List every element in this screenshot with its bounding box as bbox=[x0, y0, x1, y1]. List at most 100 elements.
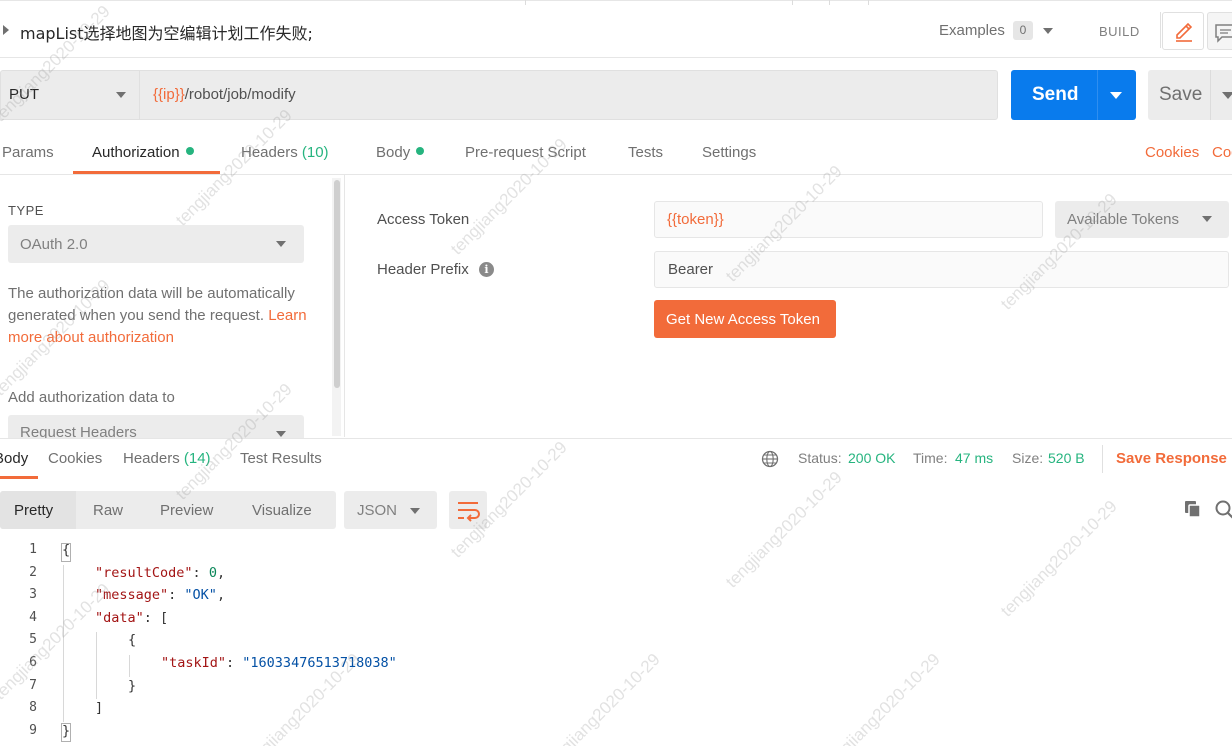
time-label: Time: bbox=[913, 450, 948, 466]
tab-count: (14) bbox=[183, 450, 211, 467]
examples-count-badge: 0 bbox=[1013, 21, 1033, 40]
format-preview-button[interactable]: Preview bbox=[160, 502, 213, 519]
format-visualize-button[interactable]: Visualize bbox=[252, 502, 312, 519]
wrap-lines-button[interactable] bbox=[449, 491, 487, 529]
resp-tab-cookies[interactable]: Cookies bbox=[48, 450, 102, 467]
chevron-down-icon[interactable] bbox=[1043, 28, 1053, 34]
divider bbox=[1160, 12, 1161, 48]
auth-description: The authorization data will be automatic… bbox=[8, 283, 308, 349]
time-value[interactable]: 47 ms bbox=[955, 450, 993, 466]
auth-type-heading: TYPE bbox=[8, 203, 44, 218]
divider bbox=[0, 438, 1232, 439]
line-number: 6 bbox=[29, 655, 37, 670]
url-text: {{ip}}/robot/job/modify bbox=[153, 86, 296, 103]
save-button-label: Save bbox=[1159, 84, 1203, 105]
line-number: 1 bbox=[29, 542, 37, 557]
expand-caret-icon[interactable] bbox=[3, 25, 9, 35]
add-auth-to-value: Request Headers bbox=[20, 424, 137, 438]
send-button-label: Send bbox=[1032, 84, 1079, 105]
tab-label: Headers bbox=[241, 144, 298, 161]
save-options-chevron-icon[interactable] bbox=[1222, 92, 1232, 99]
cookies-link[interactable]: Cookies bbox=[1145, 144, 1199, 161]
tab-pre-request-script[interactable]: Pre-request Script bbox=[465, 144, 586, 161]
comment-icon bbox=[1215, 24, 1232, 43]
access-token-label: Access Token bbox=[377, 211, 470, 228]
json-key: "data" bbox=[95, 609, 144, 626]
tab-tests[interactable]: Tests bbox=[628, 144, 663, 161]
divider bbox=[1097, 70, 1098, 120]
tab-label: Body bbox=[376, 144, 411, 161]
chevron-down-icon bbox=[1202, 216, 1212, 222]
divider bbox=[1210, 70, 1211, 120]
line-number: 8 bbox=[29, 700, 37, 716]
url-path: /robot/job/modify bbox=[184, 86, 296, 103]
code-line: { bbox=[62, 542, 71, 558]
header-prefix-input[interactable] bbox=[654, 251, 1229, 288]
resp-tab-body[interactable]: Body bbox=[0, 450, 28, 467]
status-value[interactable]: 200 OK bbox=[848, 450, 895, 466]
access-token-value: {{token}} bbox=[667, 211, 724, 228]
status-dot bbox=[416, 147, 425, 155]
divider bbox=[344, 175, 345, 437]
divider bbox=[525, 0, 526, 5]
json-key: "message" bbox=[95, 587, 169, 604]
scrollbar-thumb[interactable] bbox=[334, 180, 340, 388]
code-line: { bbox=[128, 632, 137, 649]
available-tokens-label: Available Tokens bbox=[1067, 211, 1180, 228]
code-line: "taskId": "16033476513718038" bbox=[161, 655, 397, 671]
json-string: "16033476513718038" bbox=[242, 655, 397, 671]
size-value[interactable]: 520 B bbox=[1048, 450, 1085, 466]
examples-button[interactable]: Examples bbox=[939, 22, 1005, 39]
get-new-access-token-label: Get New Access Token bbox=[666, 311, 820, 328]
status-label: Status: bbox=[798, 450, 842, 466]
tab-headers[interactable]: Headers (10) bbox=[241, 144, 329, 161]
tab-params[interactable]: Params bbox=[2, 144, 54, 161]
resp-tab-headers[interactable]: Headers (14) bbox=[123, 450, 211, 467]
tab-body[interactable]: Body bbox=[376, 144, 425, 161]
code-link[interactable]: Code bbox=[1212, 144, 1232, 161]
watermark-text: tengjiang2020-10-29 bbox=[172, 105, 296, 230]
watermark-text: tengjiang2020-10-29 bbox=[722, 467, 846, 592]
http-method-label: PUT bbox=[9, 86, 39, 103]
code-line: "message": "OK", bbox=[95, 587, 226, 604]
globe-icon[interactable] bbox=[761, 450, 779, 468]
resp-tab-test-results[interactable]: Test Results bbox=[240, 450, 322, 467]
indent-guide bbox=[63, 565, 64, 722]
json-string: "OK" bbox=[184, 587, 217, 604]
save-response-button[interactable]: Save Response bbox=[1116, 450, 1227, 467]
tab-authorization[interactable]: Authorization bbox=[92, 144, 194, 161]
code-line: } bbox=[128, 677, 137, 694]
tab-count: (10) bbox=[301, 144, 329, 161]
tab-label: Headers bbox=[123, 450, 180, 467]
code-line: ] bbox=[95, 700, 104, 717]
send-options-chevron-icon[interactable] bbox=[1110, 92, 1122, 99]
line-number: 7 bbox=[29, 677, 37, 693]
search-icon[interactable] bbox=[1214, 499, 1232, 521]
tab-settings[interactable]: Settings bbox=[702, 144, 756, 161]
size-label: Size: bbox=[1012, 450, 1044, 466]
info-icon[interactable]: i bbox=[479, 262, 494, 277]
auth-type-value: OAuth 2.0 bbox=[20, 236, 88, 253]
edit-button[interactable] bbox=[1162, 12, 1204, 50]
line-number: 3 bbox=[29, 587, 37, 603]
comments-button[interactable] bbox=[1207, 12, 1232, 50]
format-pretty-button[interactable]: Pretty bbox=[14, 502, 53, 519]
watermark-text: tengjiang2020-10-29 bbox=[820, 649, 944, 746]
line-number: 4 bbox=[29, 609, 37, 625]
json-key: "resultCode" bbox=[95, 564, 193, 581]
chevron-down-icon bbox=[410, 508, 420, 514]
divider bbox=[868, 0, 869, 5]
line-number: 9 bbox=[29, 722, 37, 738]
wrap-lines-icon bbox=[458, 502, 480, 522]
build-mode-button[interactable]: BUILD bbox=[1099, 24, 1140, 39]
request-name[interactable]: mapList选择地图为空编辑计划工作失败; bbox=[20, 20, 313, 44]
divider bbox=[829, 0, 830, 5]
status-dot bbox=[185, 147, 194, 155]
code-line: "data": [ bbox=[95, 609, 169, 626]
divider bbox=[0, 174, 1232, 175]
chevron-down-icon bbox=[276, 241, 286, 247]
indent-guide bbox=[129, 655, 130, 677]
divider bbox=[792, 0, 793, 5]
format-raw-button[interactable]: Raw bbox=[93, 502, 123, 519]
copy-icon[interactable] bbox=[1183, 499, 1203, 519]
